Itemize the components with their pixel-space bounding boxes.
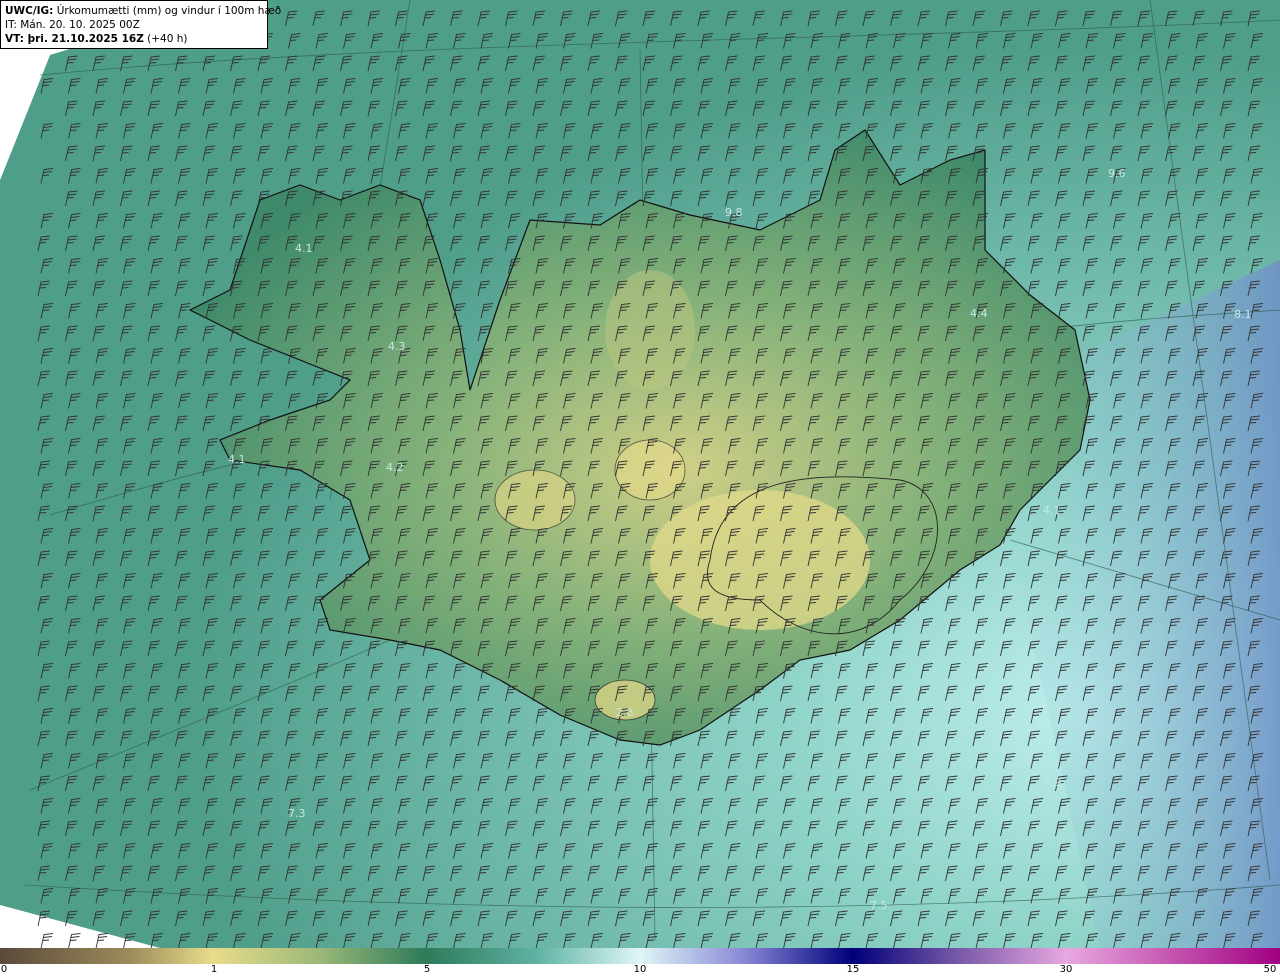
colorbar-tick: 30 <box>1059 964 1073 975</box>
colorbar-tick: 50 <box>1263 964 1277 975</box>
value-label: 9.6 <box>1108 167 1126 180</box>
value-label: 4.3 <box>388 340 406 353</box>
value-label: 9.8 <box>725 206 743 219</box>
init-time-row: IT: Mán. 20. 10. 2025 00Z <box>5 18 263 32</box>
colorbar-tick: 5 <box>423 964 431 975</box>
value-label: 8.1 <box>1234 308 1252 321</box>
value-label: 4.2 <box>386 461 404 474</box>
forecast-offset: (+40 h) <box>147 33 188 45</box>
colorbar <box>0 948 1280 964</box>
value-label: 2.8 <box>616 706 634 719</box>
title-row: UWC/IG: Úrkomumætti (mm) og vindur í 100… <box>5 4 281 18</box>
init-time-value: Mán. 20. 10. 2025 00Z <box>20 19 140 31</box>
value-label: 4.1 <box>295 242 313 255</box>
model-label: UWC/IG: <box>5 5 54 17</box>
valid-time-row: VT: þri. 21.10.2025 16Z (+40 h) <box>5 32 263 46</box>
value-label: 4.1 <box>228 453 246 466</box>
value-label: 4.1 <box>1043 504 1061 517</box>
value-label: 7.3 <box>288 807 306 820</box>
valid-time: VT: þri. 21.10.2025 16Z <box>5 33 144 45</box>
value-label: 7.9 <box>1044 776 1062 789</box>
map-canvas: 4.1 4.4 4.1 4.3 4.2 4.1 2.8 7.3 7.5 7.9 … <box>0 0 1280 948</box>
weather-map[interactable]: 4.1 4.4 4.1 4.3 4.2 4.1 2.8 7.3 7.5 7.9 … <box>0 0 1280 948</box>
colorbar-tick: 10 <box>633 964 647 975</box>
value-label: 7.5 <box>870 899 888 912</box>
colorbar-tick: 1 <box>210 964 218 975</box>
map-title: Úrkomumætti (mm) og vindur í 100m hæð <box>56 5 282 17</box>
colorbar-tick: 15 <box>846 964 860 975</box>
value-label: 4.4 <box>970 307 988 320</box>
colorbar-tick: 0 <box>0 964 8 975</box>
map-info-box: UWC/IG: Úrkomumætti (mm) og vindur í 100… <box>0 0 281 49</box>
colorbar-labels: 0 1 5 10 15 30 50 <box>0 964 1280 978</box>
init-time-label: IT: <box>5 19 17 31</box>
